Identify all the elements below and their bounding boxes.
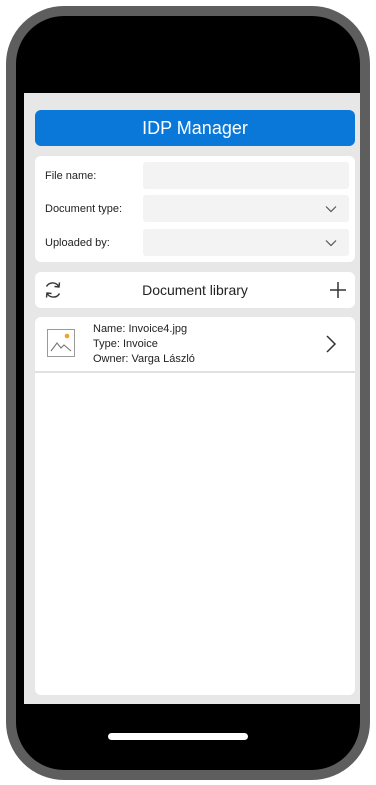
document-type-dropdown[interactable] (143, 195, 349, 222)
chevron-down-icon (325, 240, 337, 247)
app-header: IDP Manager (35, 110, 355, 146)
uploaded-by-row: Uploaded by: (45, 229, 349, 256)
chevron-right-icon[interactable] (325, 334, 337, 354)
document-list: Name: Invoice4.jpg Type: Invoice Owner: … (35, 317, 355, 695)
document-type-label: Document type: (45, 202, 123, 215)
app-title: IDP Manager (142, 117, 248, 138)
app-screen: IDP Manager File name: Document type: Up… (24, 93, 360, 704)
file-name-row: File name: (45, 162, 349, 189)
list-item[interactable]: Name: Invoice4.jpg Type: Invoice Owner: … (35, 317, 355, 373)
document-type-row: Document type: (45, 195, 349, 222)
library-toolbar: Document library (35, 272, 355, 308)
image-icon (47, 329, 75, 357)
file-name-label: File name: (45, 169, 97, 182)
document-type: Type: Invoice (93, 338, 158, 350)
home-indicator[interactable] (108, 733, 248, 740)
image-thumbnail-graphic (50, 333, 72, 352)
chevron-down-icon (325, 206, 337, 213)
plus-icon[interactable] (329, 281, 347, 299)
document-owner: Owner: Varga László (93, 353, 195, 365)
filter-panel: File name: Document type: Uploaded by: (35, 156, 355, 262)
file-name-input[interactable] (143, 162, 349, 189)
uploaded-by-label: Uploaded by: (45, 236, 110, 249)
phone-frame: IDP Manager File name: Document type: Up… (6, 6, 370, 780)
uploaded-by-dropdown[interactable] (143, 229, 349, 256)
library-title: Document library (142, 282, 248, 298)
document-name: Name: Invoice4.jpg (93, 323, 188, 335)
document-details: Name: Invoice4.jpg Type: Invoice Owner: … (93, 322, 195, 367)
refresh-icon[interactable] (43, 280, 63, 300)
